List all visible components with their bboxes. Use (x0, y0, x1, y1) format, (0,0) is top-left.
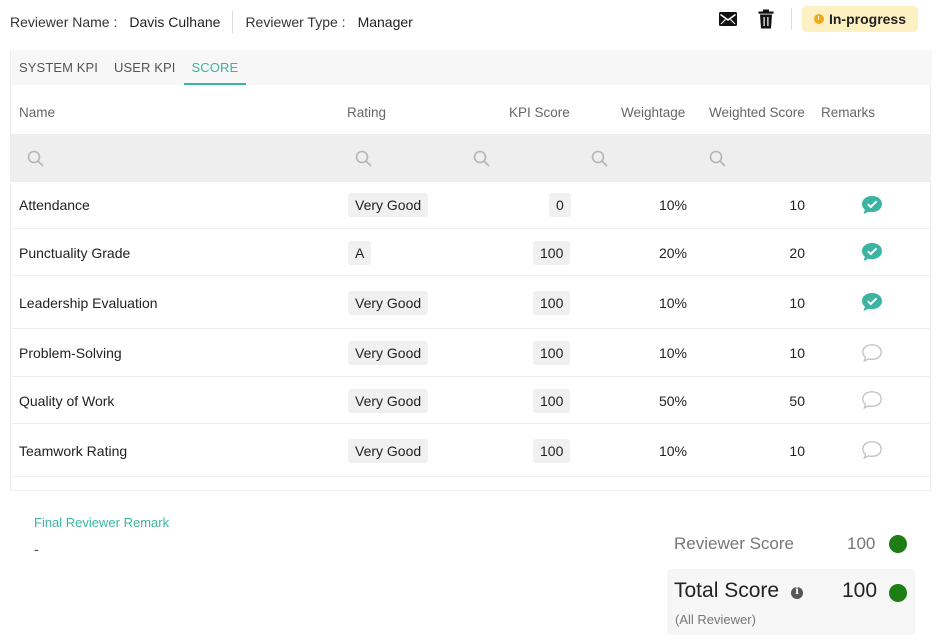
remark-filled-icon[interactable] (860, 241, 884, 263)
search-icon[interactable] (473, 150, 490, 167)
kpi-name: Quality of Work (19, 393, 115, 409)
remark-filled-icon[interactable] (860, 194, 884, 216)
table-row[interactable]: Punctuality Grade A 100 20% 20 (11, 229, 931, 276)
weighted-score: 20 (789, 245, 805, 261)
column-header-rating[interactable]: Rating (347, 105, 386, 120)
kpi-score-chip: 100 (533, 241, 571, 265)
divider (232, 11, 234, 33)
reviewer-info: Reviewer Name : Davis Culhane Reviewer T… (10, 11, 413, 33)
column-header-remarks: Remarks (821, 105, 876, 120)
remark-empty-icon[interactable] (860, 439, 884, 461)
total-score-label: Total Score (674, 579, 780, 602)
reviewer-score: Reviewer Score 100 (674, 534, 914, 556)
weightage: 10% (658, 345, 687, 361)
reviewer-type-label: Reviewer Type : (245, 14, 346, 30)
weighted-score: 50 (789, 393, 805, 409)
kpi-name: Teamwork Rating (19, 443, 128, 459)
reviewer-score-label: Reviewer Score (674, 534, 794, 553)
remark-filled-icon[interactable] (860, 291, 884, 313)
score-status-dot (889, 584, 907, 602)
kpi-score-chip: 100 (533, 389, 571, 413)
kpi-name: Leadership Evaluation (19, 295, 158, 311)
status-clock-icon (813, 14, 824, 24)
remark-empty-icon[interactable] (860, 389, 884, 411)
total-score-card: Total Score 100 (All Reviewer) (667, 569, 915, 635)
column-header-weightage[interactable]: Weightage (621, 105, 685, 120)
kpi-name: Attendance (19, 197, 90, 213)
weighted-score: 10 (789, 295, 805, 311)
search-icon[interactable] (709, 150, 726, 167)
kpi-name: Problem-Solving (19, 345, 122, 361)
table-row[interactable]: Problem-Solving Very Good 100 10% 10 (11, 329, 931, 377)
reviewer-score-value: 100 (847, 534, 876, 553)
kpi-score-chip: 100 (533, 291, 571, 315)
reviewer-name-label: Reviewer Name : (10, 14, 118, 30)
divider (790, 8, 792, 30)
remark-empty-icon[interactable] (860, 342, 884, 364)
total-score-value: 100 (842, 579, 878, 602)
search-icon[interactable] (591, 150, 608, 167)
rating-chip: Very Good (348, 291, 429, 315)
weightage: 10% (658, 295, 687, 311)
search-icon[interactable] (355, 150, 372, 167)
info-icon[interactable] (791, 586, 803, 599)
trash-icon[interactable] (755, 8, 777, 30)
column-header-kpi-score[interactable]: KPI Score (509, 105, 570, 120)
total-score-subtitle: (All Reviewer) (675, 612, 756, 627)
column-header-name[interactable]: Name (19, 105, 55, 120)
tab-user-kpi[interactable]: USER KPI (114, 50, 175, 85)
status-badge: In-progress (801, 6, 918, 32)
weightage: 10% (658, 197, 687, 213)
reviewer-name: Davis Culhane (129, 14, 221, 30)
weightage: 50% (658, 393, 687, 409)
top-bar: Reviewer Name : Davis Culhane Reviewer T… (0, 0, 946, 36)
table-header: Name Rating KPI Score Weightage Weighted… (11, 90, 931, 134)
status-label: In-progress (828, 11, 906, 27)
weighted-score: 10 (789, 443, 805, 459)
table-row[interactable]: Leadership Evaluation Very Good 100 10% … (11, 276, 931, 329)
weightage: 20% (658, 245, 687, 261)
table-row[interactable]: Attendance Very Good 0 10% 10 (11, 182, 931, 229)
header-actions: In-progress (717, 6, 918, 32)
table-row[interactable]: Quality of Work Very Good 100 50% 50 (11, 377, 931, 424)
final-remark-label: Final Reviewer Remark (34, 515, 170, 530)
kpi-score-chip: 100 (533, 439, 571, 463)
rating-chip: Very Good (348, 389, 429, 413)
final-remark-value: - (34, 541, 39, 557)
kpi-name: Punctuality Grade (19, 245, 131, 261)
kpi-score-chip: 0 (549, 193, 571, 217)
rating-chip: A (348, 241, 372, 265)
email-icon[interactable] (717, 8, 739, 30)
tab-bar: SYSTEM KPI USER KPI SCORE (11, 50, 932, 85)
table-row[interactable]: Teamwork Rating Very Good 100 10% 10 (11, 424, 931, 477)
search-icon[interactable] (27, 150, 44, 167)
weighted-score: 10 (789, 197, 805, 213)
reviewer-type: Manager (357, 14, 413, 30)
weightage: 10% (658, 443, 687, 459)
rating-chip: Very Good (348, 193, 429, 217)
tab-system-kpi[interactable]: SYSTEM KPI (19, 50, 98, 85)
rating-chip: Very Good (348, 341, 429, 365)
score-panel: SYSTEM KPI USER KPI SCORE Name Rating KP… (10, 50, 932, 491)
rating-chip: Very Good (348, 439, 429, 463)
filter-row (11, 134, 931, 182)
tab-score[interactable]: SCORE (183, 50, 247, 85)
weighted-score: 10 (789, 345, 805, 361)
score-status-dot (889, 535, 907, 553)
column-header-weighted-score[interactable]: Weighted Score (709, 105, 805, 120)
kpi-score-chip: 100 (533, 341, 571, 365)
